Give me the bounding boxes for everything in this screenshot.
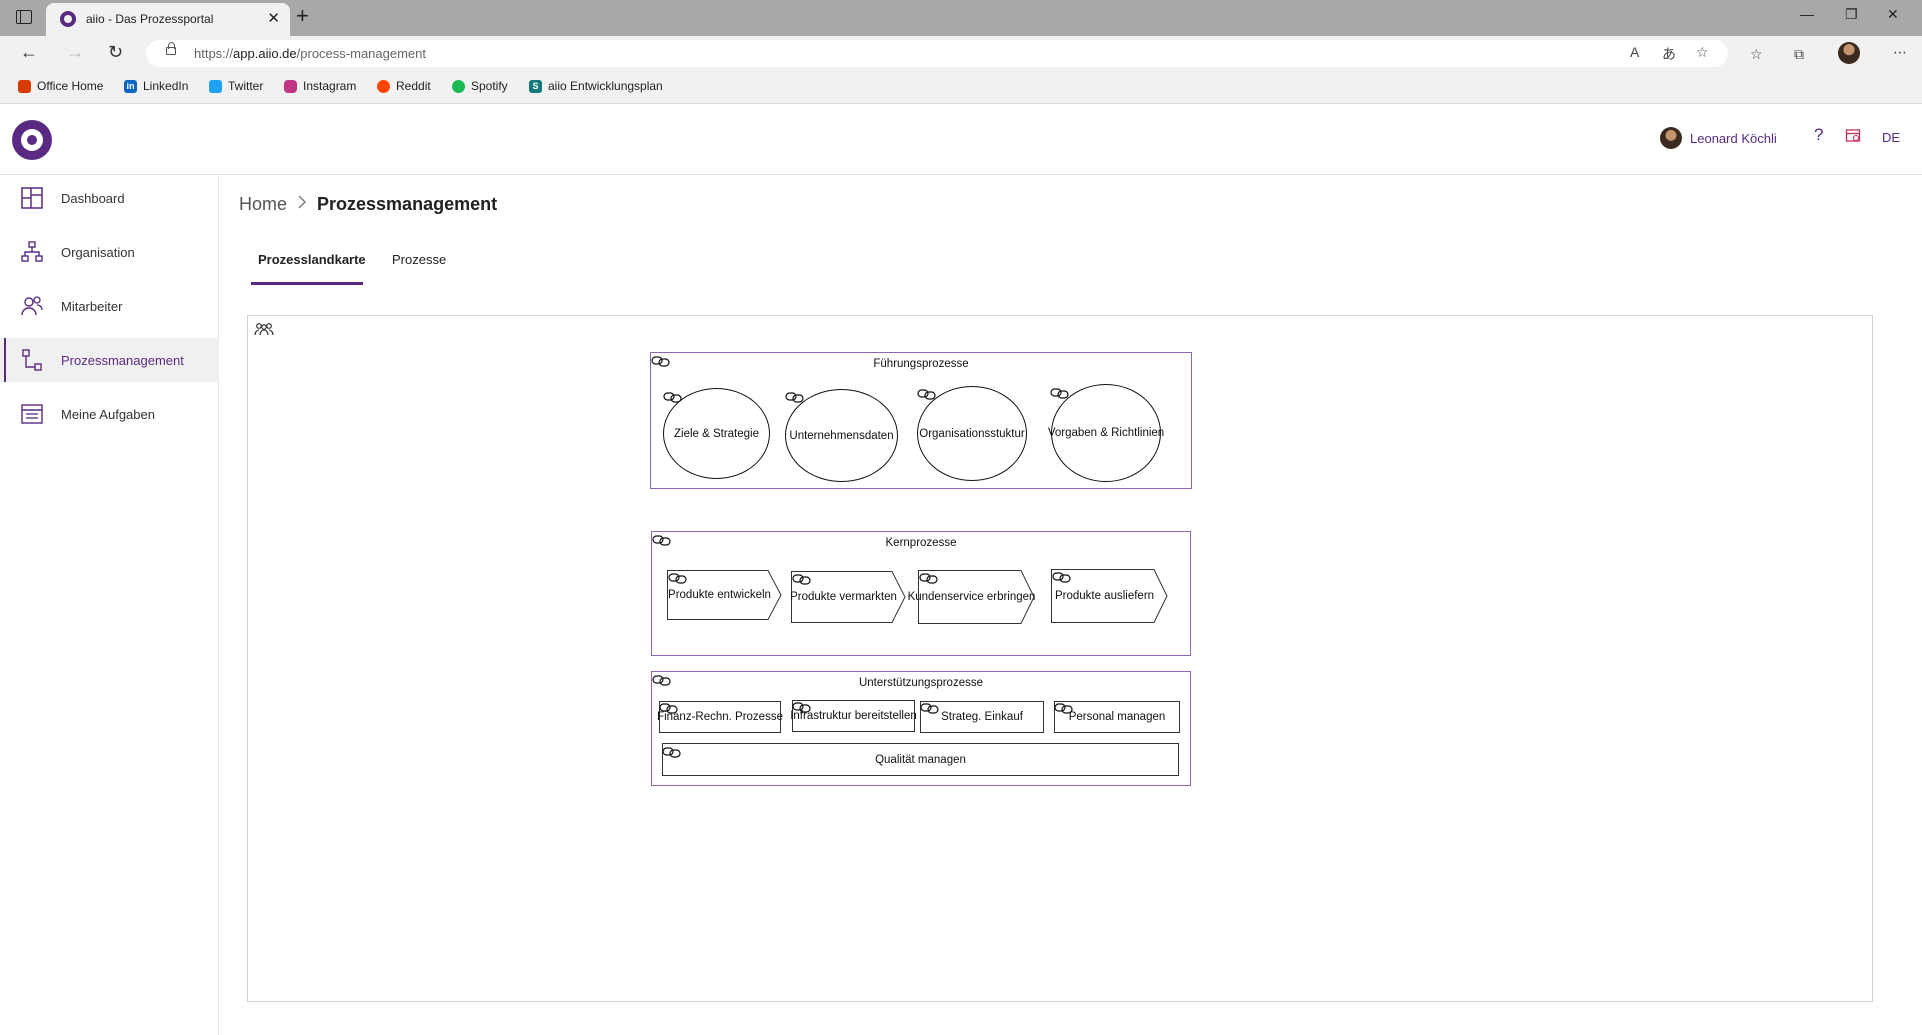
- link-icon[interactable]: [1054, 702, 1074, 714]
- sidebar-item-meine-aufgaben[interactable]: Meine Aufgaben: [0, 392, 219, 436]
- people-icon: [20, 294, 44, 318]
- tab-prozesslandkarte[interactable]: Prozesslandkarte: [258, 252, 366, 267]
- process-node-vorgaben-richtlinien[interactable]: Vorgaben & Richtlinien: [1048, 384, 1164, 482]
- sidebar-item-organisation[interactable]: Organisation: [0, 230, 219, 274]
- lock-icon: [166, 42, 176, 55]
- lane-title: Führungsprozesse: [873, 358, 969, 370]
- process-node-produkte-vermarkten[interactable]: Produkte vermarkten: [790, 571, 906, 623]
- breadcrumb: Home Prozessmanagement: [239, 194, 497, 215]
- user-menu[interactable]: Leonard Köchli: [1660, 127, 1777, 149]
- restore-icon[interactable]: ❐: [1845, 6, 1858, 23]
- process-node-organisationsstuktur[interactable]: Organisationsstuktur: [917, 386, 1027, 481]
- sidebar-item-label: Prozessmanagement: [61, 352, 184, 368]
- address-bar: ← → ↻ https://app.aiio.de/process-manage…: [0, 36, 1922, 70]
- bookmark-office-home[interactable]: Office Home: [18, 79, 103, 93]
- minimize-icon[interactable]: —: [1800, 6, 1814, 22]
- process-node-finanz-rechn-prozesse[interactable]: Finanz-Rechn. Prozesse: [657, 701, 783, 733]
- lane-unterstuetzungsprozesse[interactable]: Unterstützungsprozesse Finanz-Rechn. Pro…: [651, 671, 1191, 786]
- more-icon[interactable]: ⋯: [1893, 44, 1907, 61]
- sidebar-item-label: Mitarbeiter: [61, 298, 123, 314]
- process-node-qualitaet-managen[interactable]: Qualität managen: [662, 743, 1179, 776]
- sidebar-item-label: Organisation: [61, 244, 135, 260]
- link-icon[interactable]: [662, 746, 682, 758]
- lane-fuehrungsprozesse[interactable]: Führungsprozesse Ziele & Strategie Unter…: [650, 352, 1192, 489]
- translate-icon[interactable]: あ: [1662, 44, 1676, 64]
- instagram-icon: [284, 79, 297, 93]
- sidebar: Dashboard Organisation Mitarbeiter Proze…: [0, 176, 219, 1035]
- tasks-icon: [20, 402, 44, 426]
- link-icon[interactable]: [920, 702, 940, 714]
- browser-tab-bar: aiio - Das Prozessportal ✕ + — ❐ ✕: [0, 0, 1922, 36]
- process-node-kundenservice-erbringen[interactable]: Kundenservice erbringen: [908, 570, 1035, 624]
- process-node-unternehmensdaten[interactable]: Unternehmensdaten: [785, 389, 898, 482]
- sidebar-item-dashboard[interactable]: Dashboard: [0, 176, 219, 220]
- help-icon[interactable]: ?: [1814, 125, 1823, 145]
- bookmarks-bar: Office Home in LinkedIn Twitter Instagra…: [0, 70, 1922, 104]
- process-node-produkte-ausliefern[interactable]: Produkte ausliefern: [1051, 569, 1168, 623]
- sharepoint-icon: S: [529, 79, 542, 93]
- back-icon[interactable]: ←: [20, 42, 38, 63]
- reload-icon[interactable]: ↻: [108, 42, 123, 63]
- bookmark-reddit[interactable]: Reddit: [377, 79, 431, 93]
- url-field[interactable]: https://app.aiio.de/process-management A…: [146, 40, 1728, 67]
- calendar-icon[interactable]: [1845, 127, 1861, 147]
- tab-actions-icon[interactable]: [16, 10, 32, 24]
- sidebar-item-mitarbeiter[interactable]: Mitarbeiter: [0, 284, 219, 328]
- chevron-right-icon: [297, 195, 307, 214]
- bookmark-instagram[interactable]: Instagram: [284, 79, 356, 93]
- spotify-icon: [452, 79, 465, 93]
- tab-title: aiio - Das Prozessportal: [86, 12, 214, 26]
- sidebar-item-label: Dashboard: [61, 190, 125, 206]
- bookmark-twitter[interactable]: Twitter: [209, 79, 263, 93]
- user-avatar: [1660, 127, 1682, 149]
- forward-icon[interactable]: →: [66, 42, 84, 63]
- app-header: Leonard Köchli ? DE: [0, 105, 1922, 175]
- process-node-ziele-strategie[interactable]: Ziele & Strategie: [663, 388, 770, 479]
- linkedin-icon: in: [124, 79, 137, 93]
- link-icon[interactable]: [659, 702, 679, 714]
- browser-tab[interactable]: aiio - Das Prozessportal ✕: [46, 3, 290, 36]
- dashboard-icon: [20, 186, 44, 210]
- group-icon[interactable]: [254, 322, 274, 341]
- url-text: https://app.aiio.de/process-management: [194, 46, 426, 61]
- close-window-icon[interactable]: ✕: [1887, 6, 1899, 23]
- process-node-strateg-einkauf[interactable]: Strateg. Einkauf: [920, 701, 1044, 733]
- breadcrumb-home[interactable]: Home: [239, 194, 287, 215]
- link-icon[interactable]: [792, 701, 812, 713]
- close-tab-icon[interactable]: ✕: [267, 9, 280, 27]
- sidebar-item-label: Meine Aufgaben: [61, 406, 155, 422]
- lane-title: Unterstützungsprozesse: [858, 677, 983, 689]
- process-node-produkte-entwickeln[interactable]: Produkte entwickeln: [667, 570, 782, 620]
- profile-avatar[interactable]: [1838, 42, 1860, 64]
- lane-title: Kernprozesse: [885, 537, 957, 549]
- favorite-star-icon[interactable]: ☆: [1696, 44, 1709, 61]
- new-tab-icon[interactable]: +: [296, 3, 309, 29]
- read-aloud-icon[interactable]: A: [1630, 44, 1639, 60]
- sidebar-item-prozessmanagement[interactable]: Prozessmanagement: [0, 338, 219, 382]
- process-map-canvas: Führungsprozesse Ziele & Strategie Unter…: [247, 315, 1873, 1002]
- favorites-icon[interactable]: ☆: [1750, 46, 1763, 63]
- process-icon: [20, 348, 44, 372]
- twitter-icon: [209, 79, 222, 93]
- lane-kernprozesse[interactable]: Kernprozesse Produkte entwickeln Produkt…: [651, 531, 1191, 656]
- collections-icon[interactable]: ⧉: [1794, 46, 1804, 63]
- tab-prozesse[interactable]: Prozesse: [392, 252, 446, 267]
- org-chart-icon: [20, 240, 44, 264]
- page-title: Prozessmanagement: [317, 194, 498, 214]
- reddit-icon: [377, 79, 390, 93]
- aiio-logo[interactable]: [12, 120, 52, 160]
- office-icon: [18, 79, 31, 93]
- bookmark-spotify[interactable]: Spotify: [452, 79, 508, 93]
- process-node-infrastruktur-bereitstellen[interactable]: Infrastruktur bereitstellen: [790, 700, 917, 732]
- bookmark-linkedin[interactable]: in LinkedIn: [124, 79, 188, 93]
- aiio-favicon-icon: [60, 11, 76, 27]
- process-node-personal-managen[interactable]: Personal managen: [1054, 701, 1180, 733]
- user-name: Leonard Köchli: [1690, 130, 1777, 146]
- active-tab-indicator: [251, 282, 363, 285]
- language-switch[interactable]: DE: [1882, 130, 1900, 145]
- bookmark-aiio-entwicklungsplan[interactable]: S aiio Entwicklungsplan: [529, 79, 663, 93]
